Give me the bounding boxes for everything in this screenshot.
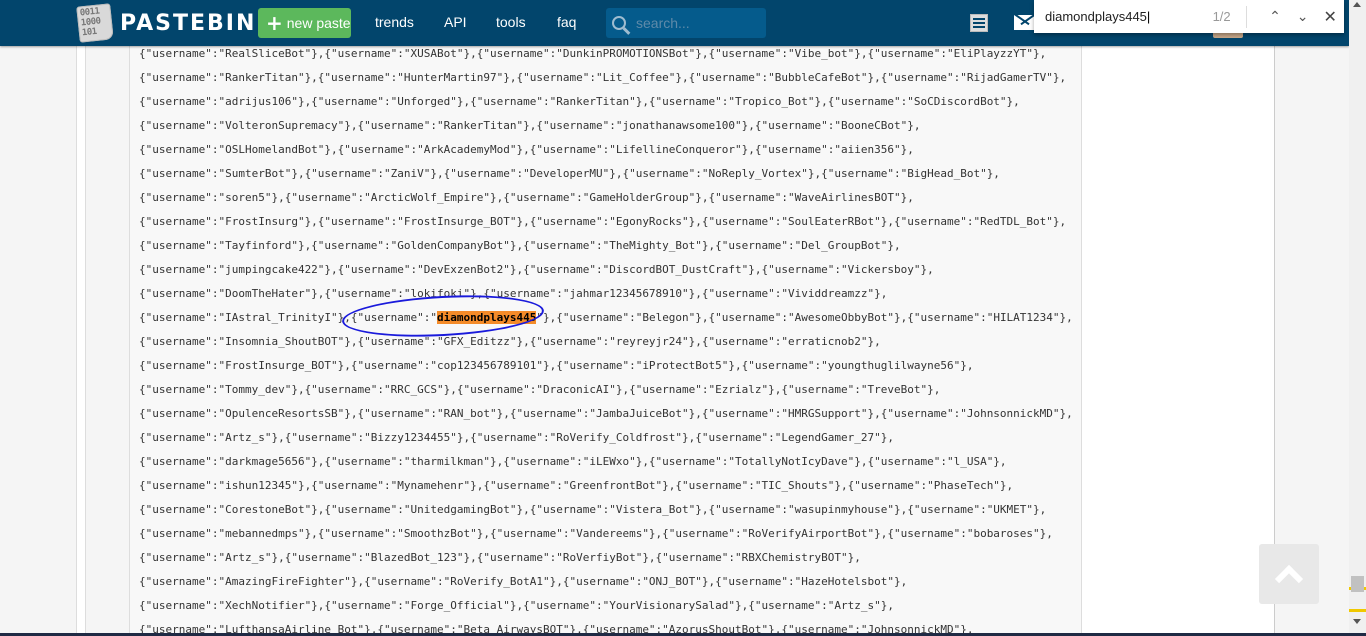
logo-icon: 0011 1000 101 bbox=[76, 3, 114, 43]
scroll-to-top-button[interactable] bbox=[1259, 544, 1319, 604]
nav-api[interactable]: API bbox=[444, 14, 467, 30]
find-bar: diamondplays445 1/2 ⌃ ⌄ ✕ bbox=[1034, 0, 1344, 33]
page: 0011 1000 101 PASTEBIN + new paste trend… bbox=[0, 0, 1349, 636]
paste-line: {"username":"AmazingFireFighter"},{"user… bbox=[139, 575, 908, 588]
chevron-up-icon bbox=[1274, 564, 1304, 594]
close-icon: ✕ bbox=[1323, 7, 1337, 26]
list-icon[interactable] bbox=[970, 14, 988, 32]
plus-icon: + bbox=[266, 11, 283, 35]
paste-line: {"username":"Tayfinford"},{"username":"G… bbox=[139, 239, 901, 252]
new-paste-label: new paste bbox=[286, 15, 351, 31]
paste-line: {"username":"Insomnia_ShoutBOT"},{"usern… bbox=[139, 335, 881, 348]
paste-line: {"username":"VolteronSupremacy"},{"usern… bbox=[139, 119, 921, 132]
paste-line: {"username":"mebannedmps"},{"username":"… bbox=[139, 527, 1053, 540]
paste-line: {"username":"FrostInsurge_BOT"},{"userna… bbox=[139, 359, 974, 372]
find-input[interactable]: diamondplays445 bbox=[1045, 9, 1213, 24]
paste-line: {"username":"soren5"},{"username":"Arcti… bbox=[139, 191, 914, 204]
logo-text: PASTEBIN bbox=[120, 10, 257, 36]
chevron-up-icon: ⌃ bbox=[1269, 8, 1281, 24]
scroll-down-arrow-icon[interactable] bbox=[1353, 619, 1361, 624]
search-box[interactable] bbox=[606, 8, 766, 38]
paste-line: {"username":"Artz_s"},{"username":"Bizzy… bbox=[139, 431, 894, 444]
find-divider bbox=[1246, 5, 1248, 28]
find-highlight: diamondplays445 bbox=[437, 311, 537, 324]
page-scrollbar[interactable] bbox=[1349, 0, 1366, 636]
paste-line: {"username":"XechNotifier"},{"username":… bbox=[139, 599, 894, 612]
mail-icon[interactable] bbox=[1014, 15, 1036, 30]
find-close-button[interactable]: ✕ bbox=[1316, 7, 1344, 26]
paste-line: {"username":"CorestoneBot"},{"username":… bbox=[139, 503, 1047, 516]
paste-line: {"username":"adrijus106"},{"username":"U… bbox=[139, 95, 1020, 108]
left-gutter bbox=[76, 46, 86, 636]
search-input[interactable] bbox=[636, 15, 756, 31]
paste-line: {"username":"SumterBot"},{"username":"Za… bbox=[139, 167, 1000, 180]
find-match-marker bbox=[1349, 609, 1366, 612]
paste-line: {"username":"IAstral_TrinityI"},{"userna… bbox=[139, 311, 1073, 324]
nav-faq[interactable]: faq bbox=[557, 14, 576, 30]
paste-line: {"username":"OpulenceResortsSB"},{"usern… bbox=[139, 407, 1073, 420]
paste-line: {"username":"RankerTitan"},{"username":"… bbox=[139, 71, 1067, 84]
find-next-button[interactable]: ⌄ bbox=[1289, 8, 1317, 25]
scroll-up-arrow-icon[interactable] bbox=[1353, 2, 1361, 7]
paste-line: {"username":"ishun12345"},{"username":"M… bbox=[139, 479, 1014, 492]
find-match-count: 1/2 bbox=[1212, 9, 1231, 24]
scrollbar-thumb[interactable] bbox=[1351, 576, 1364, 592]
search-icon[interactable] bbox=[612, 16, 626, 30]
paste-line: {"username":"OSLHomelandBot"},{"username… bbox=[139, 143, 914, 156]
paste-line: {"username":"FrostInsurg"},{"username":"… bbox=[139, 215, 1067, 228]
find-prev-button[interactable]: ⌃ bbox=[1261, 8, 1289, 25]
paste-line: {"username":"DoomTheHater"},{"username":… bbox=[139, 287, 888, 300]
paste-content: {"username":"RealSliceBot"},{"username":… bbox=[129, 46, 1082, 636]
paste-line: {"username":"Tommy_dev"},{"username":"RR… bbox=[139, 383, 941, 396]
paste-lines: {"username":"RealSliceBot"},{"username":… bbox=[139, 42, 1073, 636]
nav-tools[interactable]: tools bbox=[496, 14, 526, 30]
nav-trends[interactable]: trends bbox=[375, 14, 414, 30]
chevron-down-icon: ⌄ bbox=[1296, 8, 1309, 24]
paste-line: {"username":"darkmage5656"},{"username":… bbox=[139, 455, 1007, 468]
paste-line: {"username":"jumpingcake422"},{"username… bbox=[139, 263, 934, 276]
paste-line: {"username":"Artz_s"},{"username":"Blaze… bbox=[139, 551, 861, 564]
new-paste-button[interactable]: + new paste bbox=[258, 8, 351, 38]
pastebin-logo[interactable]: 0011 1000 101 PASTEBIN bbox=[76, 3, 257, 43]
side-panel bbox=[1082, 46, 1275, 636]
